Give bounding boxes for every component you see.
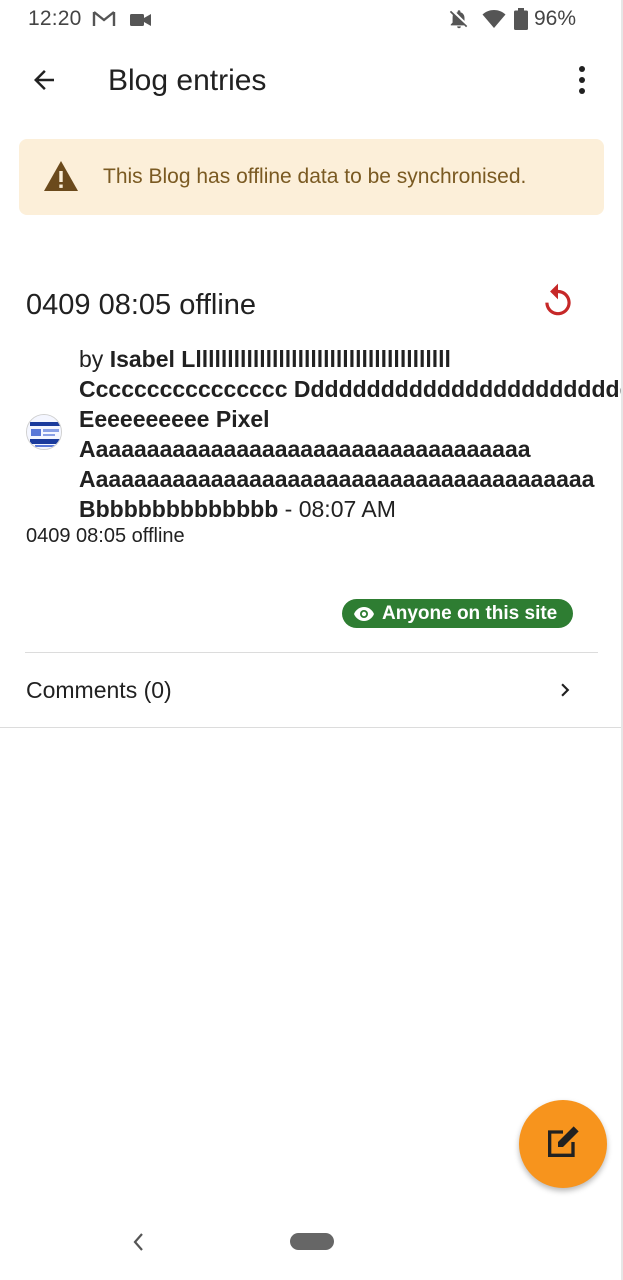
app-bar: Blog entries [0, 48, 623, 116]
author-last-name: Bbbbbbbbbbbbbb [79, 496, 279, 522]
edit-entry-fab[interactable] [519, 1100, 607, 1188]
more-vert-icon [578, 65, 586, 100]
author-name[interactable]: Isabel Lllllllllllllllllllllllllllllllll… [110, 346, 451, 372]
screen: 12:20 96% Blog entries This Blog has off… [0, 0, 623, 1280]
status-time: 12:20 [28, 7, 82, 30]
offline-warning-banner: This Blog has offline data to be synchro… [19, 139, 604, 215]
video-camera-icon [130, 12, 152, 33]
author-line-4: Aaaaaaaaaaaaaaaaaaaaaaaaaaaaaaaaaaa [79, 436, 531, 462]
entry-time: 08:07 AM [298, 496, 396, 522]
battery-percent: 96% [534, 7, 577, 30]
gmail-icon [92, 10, 116, 33]
undo-button[interactable] [536, 282, 580, 324]
more-options-button[interactable] [562, 62, 602, 102]
notifications-off-icon [448, 8, 470, 35]
entry-subject: 0409 08:05 offline [26, 525, 185, 547]
visibility-label: Anyone on this site [382, 602, 558, 624]
time-separator: - [278, 496, 299, 522]
comments-row[interactable]: Comments (0) [0, 653, 623, 727]
undo-icon [539, 282, 577, 325]
divider [0, 727, 623, 728]
author-line-5: Aaaaaaaaaaaaaaaaaaaaaaaaaaaaaaaaaaaaaaaa [79, 466, 595, 492]
nav-home-pill[interactable] [290, 1233, 334, 1250]
warning-text: This Blog has offline data to be synchro… [103, 165, 527, 188]
page-title: Blog entries [108, 64, 267, 97]
comments-label: Comments (0) [26, 677, 172, 703]
back-button[interactable] [22, 62, 66, 102]
author-line-1: by Isabel Llllllllllllllllllllllllllllll… [79, 344, 623, 374]
author-line-6: Bbbbbbbbbbbbbb - 08:07 AM [79, 494, 623, 524]
eye-icon [354, 606, 374, 621]
arrow-back-icon [29, 65, 59, 100]
edit-icon [543, 1122, 583, 1167]
battery-icon [514, 8, 528, 35]
author-details: by Isabel Llllllllllllllllllllllllllllll… [79, 344, 623, 524]
avatar[interactable] [26, 414, 62, 450]
warning-icon [43, 160, 79, 197]
status-bar: 12:20 96% [0, 0, 623, 38]
by-prefix: by [79, 346, 110, 372]
chevron-right-icon [552, 677, 578, 708]
visibility-badge: Anyone on this site [342, 599, 573, 628]
author-line-2: Cccccccccccccccc Ddddddddddddddddddddddd… [79, 376, 623, 402]
nav-back-icon[interactable] [126, 1228, 150, 1256]
wifi-icon [482, 9, 506, 34]
author-line-3: Eeeeeeeeee Pixel [79, 406, 270, 432]
entry-title: 0409 08:05 offline [26, 289, 257, 321]
